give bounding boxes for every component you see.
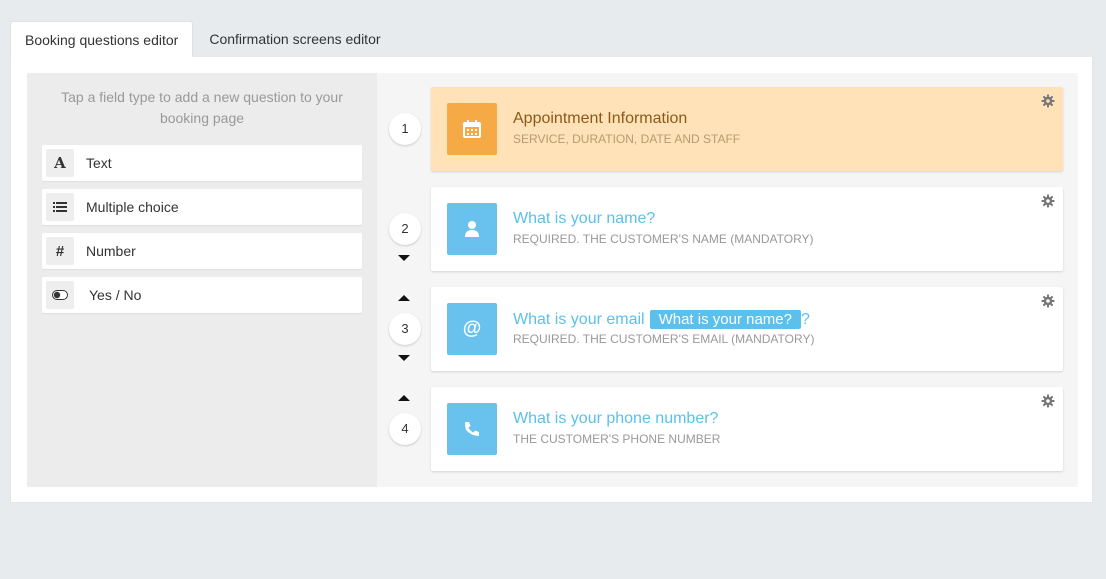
- name-reference-chip: What is your name?: [649, 310, 801, 329]
- question-card-name[interactable]: What is your name? REQUIRED. THE CUSTOME…: [431, 187, 1063, 271]
- question-subtitle: REQUIRED. THE CUSTOMER'S EMAIL (MANDATOR…: [513, 332, 815, 346]
- question-title-suffix: ?: [800, 311, 810, 328]
- list-icon: [46, 193, 74, 221]
- question-subtitle: THE CUSTOMER'S PHONE NUMBER: [513, 432, 721, 446]
- gear-icon[interactable]: [1041, 294, 1055, 308]
- question-card-phone[interactable]: What is your phone number? THE CUSTOMER'…: [431, 387, 1063, 471]
- questions-list: 1 Appointment Information SERVICE, DURAT…: [377, 73, 1078, 487]
- editor-tabs: Booking questions editor Confirmation sc…: [10, 21, 395, 58]
- phone-icon: [447, 403, 497, 455]
- question-card-appointment[interactable]: Appointment Information SERVICE, DURATIO…: [431, 87, 1063, 171]
- field-type-number[interactable]: # Number: [42, 233, 362, 269]
- sidebar-hint: Tap a field type to add a new question t…: [61, 89, 343, 126]
- tab-booking-questions-editor[interactable]: Booking questions editor: [10, 21, 194, 58]
- editor-panel: Tap a field type to add a new question t…: [10, 57, 1093, 503]
- field-type-yes-no[interactable]: Yes / No: [42, 277, 362, 313]
- field-type-multiple-choice[interactable]: Multiple choice: [42, 189, 362, 225]
- move-up-arrow-icon[interactable]: [398, 395, 410, 401]
- question-card-email[interactable]: @ What is your email What is your name?? …: [431, 287, 1063, 371]
- toggle-icon: [46, 281, 74, 309]
- gear-icon[interactable]: [1041, 394, 1055, 408]
- hash-icon: #: [46, 237, 74, 265]
- field-types-sidebar: Tap a field type to add a new question t…: [27, 73, 377, 487]
- question-title: What is your name?: [513, 210, 656, 227]
- at-sign-icon: @: [447, 303, 497, 355]
- question-title: What is your phone number?: [513, 410, 719, 427]
- calendar-icon: [447, 103, 497, 155]
- question-number: 4: [389, 413, 421, 445]
- move-down-arrow-icon[interactable]: [398, 255, 410, 261]
- question-number: 1: [389, 113, 421, 145]
- question-title-prefix: What is your email: [513, 311, 645, 328]
- question-subtitle: REQUIRED. THE CUSTOMER'S NAME (MANDATORY…: [513, 232, 814, 246]
- question-title: What is your email What is your name??: [513, 310, 810, 329]
- field-type-label: Text: [86, 155, 112, 171]
- question-subtitle: SERVICE, DURATION, DATE AND STAFF: [513, 132, 741, 146]
- field-type-text[interactable]: A Text: [42, 145, 362, 181]
- field-type-label: Number: [86, 243, 136, 259]
- user-icon: [447, 203, 497, 255]
- question-number: 3: [389, 313, 421, 345]
- tab-confirmation-screens-editor[interactable]: Confirmation screens editor: [195, 21, 394, 58]
- field-type-label: Multiple choice: [86, 199, 179, 215]
- move-down-arrow-icon[interactable]: [398, 355, 410, 361]
- question-title: Appointment Information: [513, 110, 688, 127]
- move-up-arrow-icon[interactable]: [398, 295, 410, 301]
- gear-icon[interactable]: [1041, 194, 1055, 208]
- field-type-label: Yes / No: [89, 287, 142, 303]
- text-format-icon: A: [46, 149, 74, 177]
- gear-icon[interactable]: [1041, 94, 1055, 108]
- question-number: 2: [389, 213, 421, 245]
